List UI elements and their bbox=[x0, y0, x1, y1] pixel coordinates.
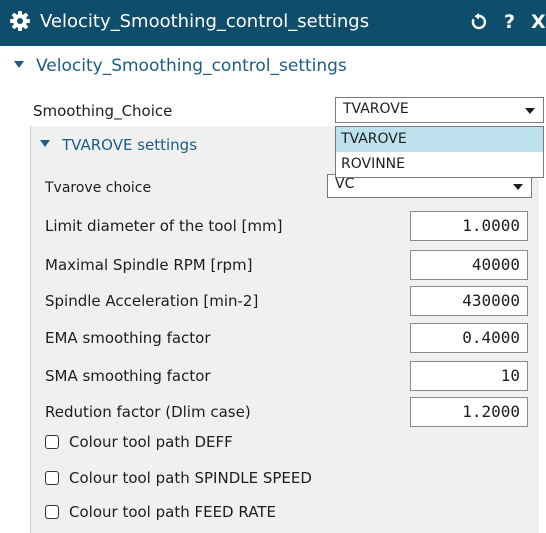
smoothing-choice-dropdown-list: TVAROVE ROVINNE bbox=[335, 126, 544, 178]
checkbox-label: Colour tool path SPINDLE SPEED bbox=[69, 469, 312, 487]
checkbox-box[interactable] bbox=[45, 435, 59, 449]
field-label: SMA smoothing factor bbox=[45, 367, 211, 385]
tvarove-choice-label: Tvarove choice bbox=[45, 180, 152, 196]
dialog-title: Velocity_Smoothing_control_settings bbox=[40, 11, 370, 32]
checkbox-label: Colour tool path DEFF bbox=[69, 433, 233, 451]
dropdown-option-tvarove[interactable]: TVAROVE bbox=[336, 127, 543, 152]
section-header[interactable]: Velocity_Smoothing_control_settings bbox=[14, 56, 347, 76]
help-button[interactable]: ? bbox=[504, 9, 515, 35]
close-button[interactable]: X bbox=[531, 9, 546, 35]
tvarove-choice-value: VC bbox=[335, 176, 355, 192]
subsection-title: TVAROVE settings bbox=[62, 136, 198, 154]
sma-factor-input[interactable]: 10 bbox=[410, 361, 528, 391]
chevron-down-icon bbox=[513, 184, 523, 190]
limit-diameter-input[interactable]: 1.0000 bbox=[410, 211, 528, 241]
field-label: Spindle Acceleration [min-2] bbox=[45, 292, 259, 310]
field-label: Limit diameter of the tool [mm] bbox=[45, 217, 283, 235]
smoothing-choice-label: Smoothing_Choice bbox=[33, 102, 173, 120]
reduction-factor-input[interactable]: 1.2000 bbox=[410, 397, 528, 427]
smoothing-choice-select[interactable]: TVAROVE bbox=[335, 97, 544, 123]
spindle-acceleration-input[interactable]: 430000 bbox=[410, 286, 528, 316]
collapse-triangle-icon bbox=[40, 140, 50, 147]
checkbox-label: Colour tool path FEED RATE bbox=[69, 503, 276, 521]
chevron-down-icon bbox=[525, 108, 535, 114]
subsection-header[interactable]: TVAROVE settings bbox=[40, 136, 197, 154]
ema-factor-input[interactable]: 0.4000 bbox=[410, 323, 528, 353]
reset-icon[interactable] bbox=[470, 13, 488, 31]
checkbox-box[interactable] bbox=[45, 505, 59, 519]
section-title: Velocity_Smoothing_control_settings bbox=[36, 56, 347, 76]
field-label: Maximal Spindle RPM [rpm] bbox=[45, 256, 253, 274]
max-spindle-rpm-input[interactable]: 40000 bbox=[410, 250, 528, 280]
collapse-triangle-icon bbox=[14, 60, 24, 68]
dialog-title-bar: Velocity_Smoothing_control_settings ? X bbox=[0, 0, 546, 46]
field-label: EMA smoothing factor bbox=[45, 329, 211, 347]
smoothing-choice-value: TVAROVE bbox=[343, 101, 409, 117]
gear-icon bbox=[10, 11, 30, 31]
checkbox-box[interactable] bbox=[45, 471, 59, 485]
field-label: Redution factor (Dlim case) bbox=[45, 403, 251, 421]
dropdown-option-rovinne[interactable]: ROVINNE bbox=[336, 152, 543, 177]
